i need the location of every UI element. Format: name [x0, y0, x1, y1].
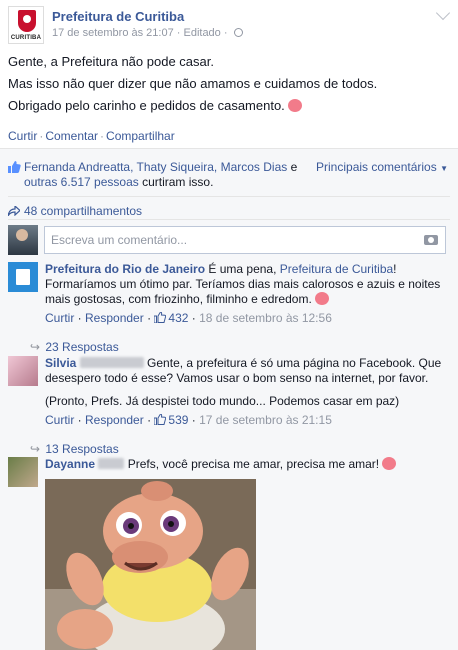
comment-like-count[interactable]: 432 [168, 311, 188, 325]
top-comments-dropdown[interactable]: Principais comentários ▼ [316, 160, 448, 176]
current-user-avatar[interactable] [8, 225, 38, 255]
thumbs-up-icon [8, 161, 21, 173]
likes-suffix: curtiram isso. [142, 175, 214, 189]
replies-link[interactable]: ↪ 13 Respostas [30, 442, 450, 457]
comment-photo[interactable] [45, 479, 256, 650]
comment-body: Silvia Gente, a prefeitura é só uma pági… [30, 356, 450, 457]
comment-text: Silvia Gente, a prefeitura é só uma pági… [45, 356, 450, 386]
comment-text-second: (Pronto, Prefs. Já despistei todo mundo.… [45, 394, 400, 408]
heart-icon [382, 457, 397, 470]
like-count-icon [154, 312, 167, 323]
comment-avatar[interactable] [8, 457, 38, 487]
baby-dinosaur-image [45, 479, 256, 650]
comment-body: Prefeitura do Rio de Janeiro É uma pena,… [30, 262, 450, 355]
top-comments-label: Principais comentários [316, 160, 437, 174]
comment-date[interactable]: 17 de setembro às 21:15 [199, 413, 332, 427]
reply-arrow-icon: ↪ [30, 442, 41, 456]
like-count-icon [154, 414, 167, 425]
page-logo[interactable]: CURITIBA [8, 6, 44, 44]
post-text: Gente, a Prefeitura não pode casar. Mas … [8, 54, 448, 120]
replies-count[interactable]: 23 Respostas [45, 340, 118, 354]
globe-icon [233, 28, 243, 37]
divider [8, 219, 450, 220]
likes-and: e [290, 160, 298, 174]
post-actions: Curtir · Comentar · Compartilhar [8, 129, 175, 143]
heart-icon [315, 292, 330, 305]
comment-body: Dayanne Prefs, você precisa me amar, pre… [45, 457, 450, 472]
post-line: Mas isso não quer dizer que não amamos e… [8, 76, 378, 91]
likes-text: Fernanda Andreatta, Thaty Siqueira, Marc… [24, 160, 314, 190]
comment-reply-button[interactable]: Responder [85, 413, 144, 427]
post-header: CURITIBA Prefeitura de Curitiba 17 de se… [8, 5, 451, 46]
post-date[interactable]: 17 de setembro às 21:07 [52, 27, 174, 39]
reply-arrow-icon: ↪ [30, 340, 41, 354]
comment-author[interactable]: Dayanne [45, 457, 95, 471]
comment-text-before: É uma pena, [208, 262, 277, 276]
comment-reply-button[interactable]: Responder [85, 311, 144, 325]
comment-actions: Curtir · Responder · 539 · 17 de setembr… [45, 413, 332, 427]
shares-row: 48 compartilhamentos [8, 204, 142, 218]
redacted-name [98, 458, 125, 469]
post-line: Obrigado pelo carinho e pedidos de casam… [8, 98, 448, 114]
edited-label[interactable]: Editado [183, 27, 220, 39]
likers-names[interactable]: Fernanda Andreatta, Thaty Siqueira, Marc… [24, 160, 287, 174]
likes-others[interactable]: outras 6.517 pessoas [24, 175, 139, 189]
camera-icon[interactable] [424, 235, 438, 245]
comment-like-button[interactable]: Curtir [45, 413, 74, 427]
comment-avatar[interactable] [8, 262, 38, 292]
post-line-text: Obrigado pelo carinho e pedidos de casam… [8, 98, 285, 113]
replies-count[interactable]: 13 Respostas [45, 442, 118, 456]
chevron-down-icon[interactable] [435, 5, 451, 21]
comment-text-main: Prefs, você precisa me amar, precisa me … [127, 457, 380, 471]
redacted-name [79, 357, 144, 368]
divider [8, 196, 450, 197]
shares-count[interactable]: 48 compartilhamentos [24, 204, 142, 218]
like-button[interactable]: Curtir [8, 129, 37, 143]
comment-author[interactable]: Prefeitura do Rio de Janeiro [45, 262, 205, 276]
post-line: Gente, a Prefeitura não pode casar. [8, 54, 214, 69]
crest-icon [18, 10, 36, 32]
share-icon [8, 206, 20, 216]
comment-date[interactable]: 18 de setembro às 12:56 [199, 311, 332, 325]
comment-actions: Curtir · Responder · 432 · 18 de setembr… [45, 311, 332, 325]
comment-like-count[interactable]: 539 [168, 413, 188, 427]
comment-text: Dayanne Prefs, você precisa me amar, pre… [45, 457, 450, 472]
divider [0, 148, 458, 149]
comment-text: Prefeitura do Rio de Janeiro É uma pena,… [45, 262, 450, 307]
comment-author[interactable]: Silvia [45, 356, 76, 370]
comment-like-button[interactable]: Curtir [45, 311, 74, 325]
comment-button[interactable]: Comentar [45, 129, 98, 143]
comment-input[interactable] [44, 226, 446, 254]
post-meta: 17 de setembro às 21:07 · Editado · [52, 27, 243, 39]
share-button[interactable]: Compartilhar [106, 129, 175, 143]
logo-text: CURITIBA [10, 35, 42, 41]
page-name[interactable]: Prefeitura de Curitiba [52, 9, 184, 24]
heart-icon [288, 99, 303, 112]
caret-down-icon: ▼ [440, 164, 448, 173]
replies-link[interactable]: ↪ 23 Respostas [30, 340, 450, 355]
comment-mention[interactable]: Prefeitura de Curitiba [280, 262, 393, 276]
comment-avatar[interactable] [8, 356, 38, 386]
